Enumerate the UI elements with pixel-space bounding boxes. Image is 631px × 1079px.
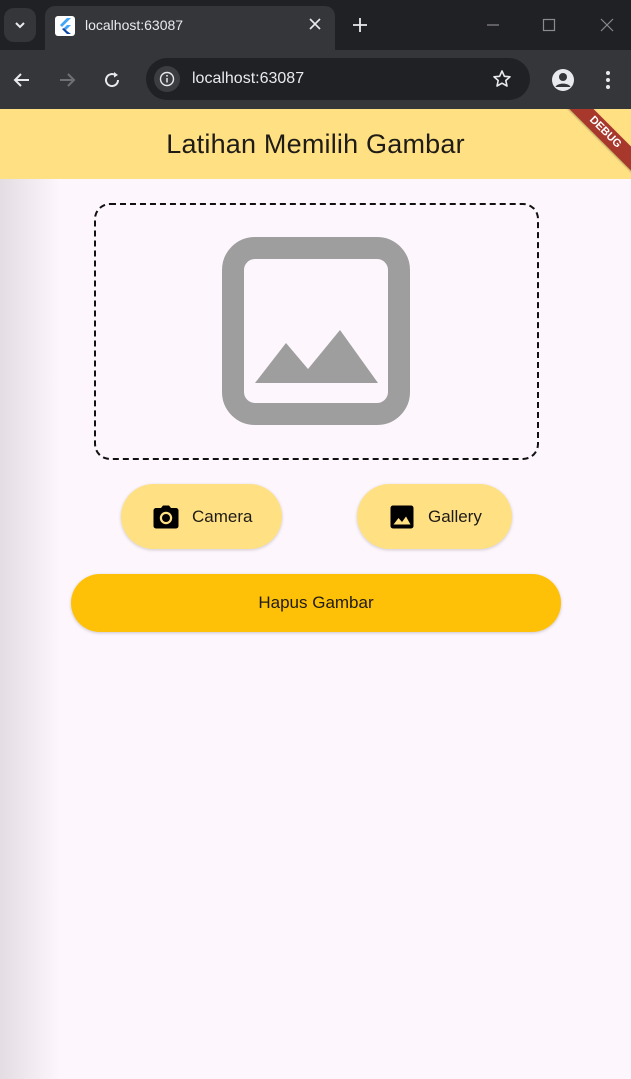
forward-button[interactable] — [54, 67, 80, 93]
new-tab-button[interactable] — [348, 13, 372, 37]
gallery-button[interactable]: Gallery — [357, 484, 512, 549]
camera-icon — [153, 504, 179, 530]
star-icon — [493, 70, 511, 87]
bookmark-button[interactable] — [490, 67, 514, 91]
minimize-button[interactable] — [481, 13, 505, 37]
browser-menu-button[interactable] — [595, 67, 621, 93]
camera-button-label: Camera — [192, 506, 253, 526]
reload-button[interactable] — [99, 67, 125, 93]
profile-icon — [552, 69, 574, 91]
window-close-button[interactable] — [595, 13, 619, 37]
site-info-button[interactable] — [154, 66, 180, 92]
address-bar[interactable]: localhost:63087 — [146, 58, 530, 100]
image-icon — [389, 504, 415, 530]
profile-button[interactable] — [550, 67, 576, 93]
gallery-button-label: Gallery — [428, 506, 482, 526]
info-icon — [159, 71, 175, 87]
browser-toolbar: localhost:63087 — [0, 50, 631, 109]
app-bar: Latihan Memilih Gambar — [0, 109, 631, 179]
image-preview-box — [94, 203, 539, 460]
address-text: localhost:63087 — [192, 70, 305, 87]
window-close-icon — [600, 18, 614, 32]
image-placeholder-icon — [222, 237, 410, 425]
camera-button[interactable]: Camera — [121, 484, 282, 549]
browser-tab[interactable]: localhost:63087 — [45, 6, 335, 50]
page-title: Latihan Memilih Gambar — [166, 128, 465, 159]
back-arrow-icon — [13, 73, 29, 87]
tab-title: localhost:63087 — [85, 17, 184, 33]
flutter-favicon-icon — [55, 16, 75, 36]
tab-search-button[interactable] — [4, 8, 36, 42]
reload-icon — [105, 72, 120, 88]
chevron-down-icon — [15, 22, 25, 29]
browser-tab-strip: localhost:63087 — [0, 0, 631, 50]
minimize-icon — [487, 24, 499, 26]
app-viewport: Latihan Memilih Gambar DEBUG Camera Gall… — [0, 109, 631, 1079]
plus-icon — [353, 18, 367, 32]
forward-arrow-icon — [60, 73, 76, 87]
close-icon — [309, 18, 321, 30]
back-button[interactable] — [9, 67, 35, 93]
maximize-button[interactable] — [537, 13, 561, 37]
delete-image-button[interactable]: Hapus Gambar — [71, 574, 561, 632]
delete-image-button-label: Hapus Gambar — [258, 593, 374, 612]
maximize-icon — [542, 18, 556, 32]
close-tab-button[interactable] — [305, 14, 325, 34]
more-vert-icon — [606, 71, 610, 89]
